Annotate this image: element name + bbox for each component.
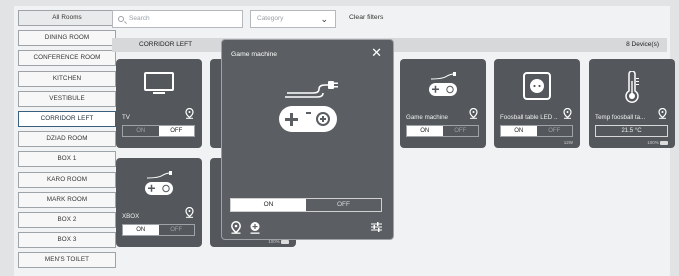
location-pin-icon[interactable]: [185, 108, 194, 119]
sidebar-item-dziad-room[interactable]: DZIAD ROOM: [18, 131, 116, 148]
toggle-off[interactable]: OFF: [443, 126, 479, 136]
sidebar-item-dining-room[interactable]: DINING ROOM: [18, 30, 116, 47]
search-icon: [118, 16, 124, 22]
sidebar-item-box-2[interactable]: BOX 2: [18, 211, 116, 228]
app-frame: All Rooms DINING ROOM CONFERENCE ROOM KI…: [0, 0, 679, 276]
gamepad-icon: [429, 72, 457, 96]
sidebar-item-box-1[interactable]: BOX 1: [18, 151, 116, 168]
toggle-on[interactable]: ON: [501, 126, 537, 136]
sidebar-item-karo-room[interactable]: KARO ROOM: [18, 171, 116, 188]
sidebar-item-mark-room[interactable]: MARK ROOM: [18, 191, 116, 208]
device-tile-xbox[interactable]: XBOX ON OFF: [116, 158, 202, 247]
socket-icon: [523, 72, 551, 100]
sidebar-item-all-rooms[interactable]: All Rooms: [18, 10, 116, 26]
room-sidebar: All Rooms DINING ROOM CONFERENCE ROOM KI…: [18, 10, 116, 272]
sidebar-item-box-3[interactable]: BOX 3: [18, 232, 116, 249]
clear-filters-button[interactable]: Clear filters: [349, 14, 383, 21]
toggle-on[interactable]: ON: [123, 225, 159, 235]
battery-percent: 100%: [647, 140, 659, 145]
location-pin-icon[interactable]: [230, 221, 242, 234]
power-toggle[interactable]: ON OFF: [122, 224, 195, 236]
sidebar-item-vestibule[interactable]: VESTIBULE: [18, 90, 116, 107]
gamepad-icon: [278, 81, 338, 132]
toggle-on[interactable]: ON: [123, 126, 159, 136]
sidebar-item-corridor-left[interactable]: CORRIDOR LEFT: [18, 110, 116, 127]
sidebar-item-mens-toilet[interactable]: MEN'S TOILET: [18, 252, 116, 269]
room-name: CORRIDOR LEFT: [139, 41, 193, 48]
category-placeholder: Category: [257, 15, 284, 22]
toggle-on[interactable]: ON: [407, 126, 443, 136]
search-placeholder: Search: [129, 15, 150, 22]
device-tile-tv[interactable]: TV ON OFF: [116, 59, 202, 148]
temperature-value: 21.5 °C: [595, 125, 668, 137]
chevron-down-icon: ⌄: [320, 14, 328, 24]
device-name: TV: [122, 114, 130, 121]
toggle-off[interactable]: OFF: [537, 126, 573, 136]
toggle-off[interactable]: OFF: [158, 126, 194, 136]
device-modal: Game machine ✕ ON OFF: [221, 39, 394, 240]
thermometer-icon: [625, 71, 639, 103]
tv-icon: [144, 72, 174, 94]
settings-sliders-icon[interactable]: [371, 222, 382, 232]
sidebar-item-conference-room[interactable]: CONFERENCE ROOM: [18, 50, 116, 67]
search-input[interactable]: Search: [112, 10, 243, 28]
device-tile-temperature[interactable]: Temp foosball ta... 21.5 °C 100%: [589, 59, 675, 148]
power-toggle[interactable]: ON OFF: [122, 125, 195, 137]
toggle-off[interactable]: OFF: [159, 225, 195, 235]
location-pin-icon[interactable]: [563, 108, 572, 119]
battery-icon: [660, 140, 668, 145]
modal-footer-icons: [230, 221, 261, 239]
device-tile-foosball-led[interactable]: Foosball table LED ... ON OFF 12W: [494, 59, 580, 148]
battery-level: 100%: [647, 140, 668, 145]
device-name: XBOX: [122, 213, 140, 220]
device-name: Temp foosball ta...: [595, 114, 646, 121]
device-count: 8 Device(s): [626, 41, 659, 48]
add-location-icon[interactable]: [249, 221, 261, 234]
location-pin-icon[interactable]: [658, 108, 667, 119]
modal-toggle-off[interactable]: OFF: [306, 199, 381, 211]
gamepad-icon: [145, 171, 173, 195]
device-name: Foosball table LED ...: [500, 114, 558, 121]
location-pin-icon[interactable]: [469, 108, 478, 119]
battery-icon: [281, 239, 289, 244]
power-toggle[interactable]: ON OFF: [500, 125, 573, 137]
sidebar-item-kitchen[interactable]: KITCHEN: [18, 70, 116, 87]
location-pin-icon[interactable]: [185, 207, 194, 218]
category-select[interactable]: Category ⌄: [250, 10, 336, 28]
device-tile-game-machine[interactable]: Game machine ON OFF: [400, 59, 486, 148]
modal-power-toggle[interactable]: ON OFF: [230, 198, 382, 212]
close-icon[interactable]: ✕: [371, 46, 382, 59]
modal-title: Game machine: [231, 51, 278, 58]
modal-toggle-on[interactable]: ON: [231, 199, 306, 211]
device-name: Game machine: [406, 114, 448, 121]
app-window: All Rooms DINING ROOM CONFERENCE ROOM KI…: [14, 6, 675, 276]
power-reading: 12W: [563, 140, 573, 145]
power-toggle[interactable]: ON OFF: [406, 125, 479, 137]
